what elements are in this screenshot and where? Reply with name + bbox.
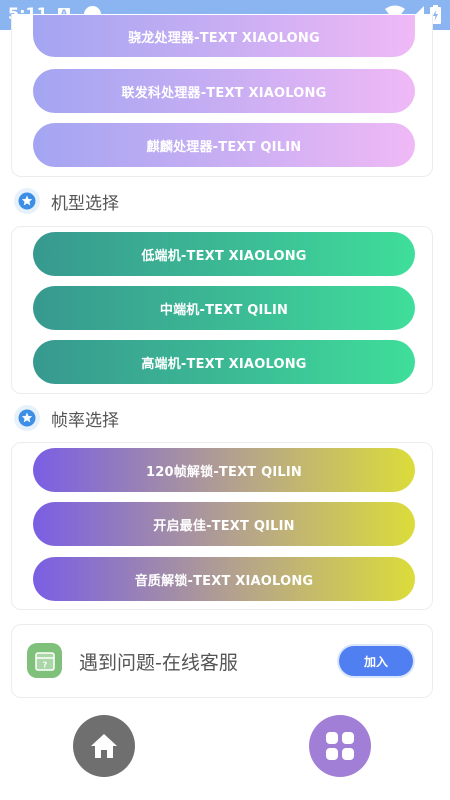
framerate-button-audio-unlock[interactable]: 音质解锁-TEXT XIAOLONG bbox=[33, 557, 415, 601]
star-icon bbox=[14, 405, 40, 431]
model-button-mid-range[interactable]: 中端机-TEXT QILIN bbox=[33, 286, 415, 330]
question-box-icon: ? bbox=[27, 643, 62, 678]
model-section-title: 机型选择 bbox=[51, 193, 119, 214]
service-title: 遇到问题-在线客服 bbox=[79, 652, 238, 674]
framerate-button-120fps[interactable]: 120帧解锁-TEXT QILIN bbox=[33, 448, 415, 492]
apps-grid-icon bbox=[326, 732, 354, 760]
home-button[interactable] bbox=[73, 715, 135, 777]
model-button-low-end[interactable]: 低端机-TEXT XIAOLONG bbox=[33, 232, 415, 276]
join-button[interactable]: 加入 bbox=[339, 646, 413, 676]
framerate-section-title: 帧率选择 bbox=[51, 410, 119, 431]
processor-button-snapdragon[interactable]: 骁龙处理器-TEXT XIAOLONG bbox=[33, 15, 415, 57]
apps-button[interactable] bbox=[309, 715, 371, 777]
processor-button-mediatek[interactable]: 联发科处理器-TEXT XIAOLONG bbox=[33, 69, 415, 113]
processor-button-kirin[interactable]: 麒麟处理器-TEXT QILIN bbox=[33, 123, 415, 167]
star-icon bbox=[14, 188, 40, 214]
model-section-header: 机型选择 bbox=[14, 187, 119, 215]
home-icon bbox=[91, 734, 117, 758]
framerate-section-header: 帧率选择 bbox=[14, 404, 119, 432]
framerate-button-optimal[interactable]: 开启最佳-TEXT QILIN bbox=[33, 502, 415, 546]
svg-text:?: ? bbox=[42, 660, 47, 669]
model-button-high-end[interactable]: 高端机-TEXT XIAOLONG bbox=[33, 340, 415, 384]
